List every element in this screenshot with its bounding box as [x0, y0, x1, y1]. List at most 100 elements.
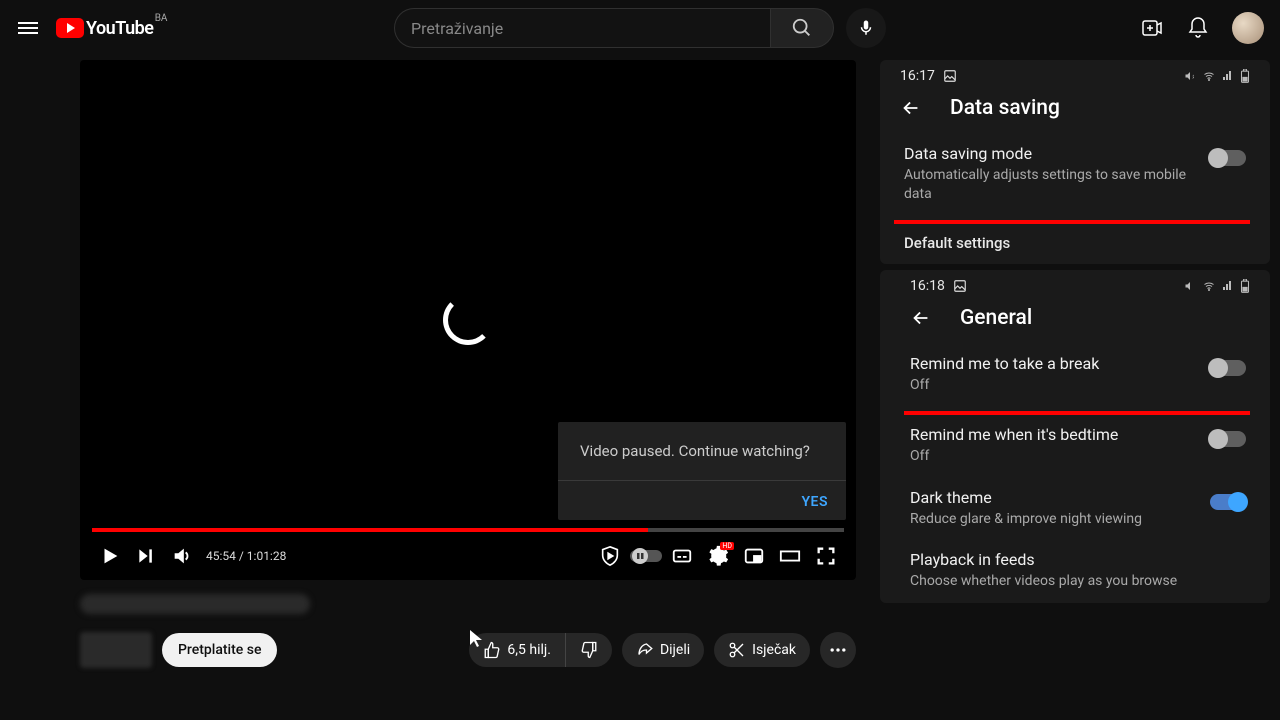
create-icon: [1140, 16, 1164, 40]
share-button[interactable]: Dijeli: [622, 633, 704, 667]
s3-sub: Reduce glare & improve night viewing: [910, 510, 1210, 529]
microphone-icon: [857, 19, 875, 37]
video-player[interactable]: Video paused. Continue watching? YES 45:…: [80, 60, 856, 580]
s4-sub: Choose whether videos play as you browse: [910, 572, 1246, 591]
youtube-logo[interactable]: YouTube BA: [56, 18, 153, 39]
autoplay-toggle[interactable]: [628, 538, 664, 574]
panel1-title: Data saving: [950, 96, 1060, 120]
wifi-icon: [1202, 280, 1216, 292]
left-column: Video paused. Continue watching? YES 45:…: [0, 60, 880, 668]
subtitles-icon: [671, 545, 693, 567]
panel2-header: General: [880, 298, 1270, 344]
autoplay-icon: [630, 547, 662, 565]
mute-icon: [1184, 280, 1196, 292]
pause-actions: YES: [558, 481, 846, 520]
play-button[interactable]: [92, 538, 128, 574]
panel2-title: General: [960, 306, 1032, 330]
thumbs-down-icon: [580, 641, 598, 659]
miniplayer-button[interactable]: [736, 538, 772, 574]
s2-title: Remind me when it's bedtime: [910, 425, 1210, 444]
toggle-dark-theme[interactable]: [1210, 494, 1246, 510]
s4-title: Playback in feeds: [910, 550, 1246, 569]
hd-badge: HD: [720, 542, 734, 550]
loading-spinner: [443, 295, 493, 345]
time-current: 45:54: [206, 549, 236, 563]
signal-icon: [1222, 70, 1234, 82]
shield-play-icon: [599, 545, 621, 567]
status-icons-1: [1184, 69, 1250, 83]
video-title-placeholder: [80, 594, 310, 614]
logo-region: BA: [155, 13, 168, 24]
create-button[interactable]: [1140, 16, 1164, 40]
info-row: Pretplatite se 6,5 hilj. Dijeli Isječak: [80, 632, 856, 668]
like-count: 6,5 hilj.: [507, 642, 551, 658]
setting-dark-theme[interactable]: Dark theme Reduce glare & improve night …: [880, 478, 1270, 541]
battery-icon: [1240, 279, 1250, 293]
status-time-1: 16:17: [900, 68, 935, 84]
toggle-data-saving[interactable]: [1210, 150, 1246, 166]
battery-icon: [1240, 69, 1250, 83]
settings-button[interactable]: HD: [700, 538, 736, 574]
theater-icon: [778, 545, 802, 567]
avatar[interactable]: [1232, 12, 1264, 44]
theater-button[interactable]: [772, 538, 808, 574]
thumbs-up-icon: [483, 641, 501, 659]
image-indicator-icon: [953, 279, 967, 293]
pause-yes-button[interactable]: YES: [801, 494, 828, 510]
section-default-settings: Default settings: [880, 224, 1270, 264]
setting-data-saving-mode[interactable]: Data saving mode Automatically adjusts s…: [880, 134, 1270, 216]
main-content: Video paused. Continue watching? YES 45:…: [0, 56, 1280, 668]
clip-button[interactable]: Isječak: [714, 633, 810, 667]
s2-sub: Off: [910, 447, 1210, 466]
next-icon: [136, 546, 156, 566]
s3-title: Dark theme: [910, 488, 1210, 507]
logo-text: YouTube: [86, 18, 153, 39]
subscribe-button[interactable]: Pretplatite se: [162, 633, 277, 667]
menu-icon[interactable]: [16, 16, 40, 40]
panel-data-saving: 16:17 Data saving Data saving mode Autom…: [880, 60, 1270, 264]
voice-search-button[interactable]: [846, 8, 886, 48]
status-bar-2: 16:18: [880, 270, 1270, 298]
like-button[interactable]: 6,5 hilj.: [469, 633, 565, 667]
panel-general: 16:18 General Remind me to take a break …: [880, 270, 1270, 604]
next-button[interactable]: [128, 538, 164, 574]
setting-remind-break[interactable]: Remind me to take a break Off: [880, 344, 1270, 407]
back-arrow-icon[interactable]: [900, 97, 922, 119]
search-input[interactable]: [394, 8, 770, 48]
pause-message: Video paused. Continue watching?: [558, 422, 846, 481]
volume-icon: [171, 545, 193, 567]
channel-avatar[interactable]: [80, 632, 152, 668]
toggle-remind-bedtime[interactable]: [1210, 431, 1246, 447]
more-actions-button[interactable]: [820, 632, 856, 668]
setting-playback-feeds[interactable]: Playback in feeds Choose whether videos …: [880, 540, 1270, 603]
dislike-button[interactable]: [565, 633, 612, 667]
notifications-button[interactable]: [1186, 16, 1210, 40]
subtitles-button[interactable]: [664, 538, 700, 574]
miniplayer-icon: [743, 545, 765, 567]
setting1-title: Data saving mode: [904, 144, 1210, 163]
setting1-sub: Automatically adjusts settings to save m…: [904, 166, 1210, 204]
image-indicator-icon: [943, 69, 957, 83]
toggle-remind-break[interactable]: [1210, 360, 1246, 376]
search-button[interactable]: [770, 8, 834, 48]
fullscreen-button[interactable]: [808, 538, 844, 574]
s1-sub: Off: [910, 376, 1210, 395]
search-icon: [791, 17, 813, 39]
clip-label: Isječak: [752, 642, 796, 658]
s1-title: Remind me to take a break: [910, 354, 1210, 373]
pause-dialog: Video paused. Continue watching? YES: [558, 422, 846, 520]
volume-button[interactable]: [164, 538, 200, 574]
right-column: 16:17 Data saving Data saving mode Autom…: [880, 60, 1280, 668]
bell-icon: [1186, 16, 1210, 40]
signal-icon: [1222, 280, 1234, 292]
time-total: 1:01:28: [247, 549, 287, 563]
stable-volume-button[interactable]: [592, 538, 628, 574]
play-icon: [99, 545, 121, 567]
back-arrow-icon[interactable]: [910, 307, 932, 329]
share-icon: [636, 641, 654, 659]
play-logo-icon: [56, 18, 84, 38]
fullscreen-icon: [815, 545, 837, 567]
setting-remind-bedtime[interactable]: Remind me when it's bedtime Off: [880, 415, 1270, 478]
player-controls: 45:54 / 1:01:28 HD: [80, 532, 856, 580]
wifi-icon: [1202, 70, 1216, 82]
